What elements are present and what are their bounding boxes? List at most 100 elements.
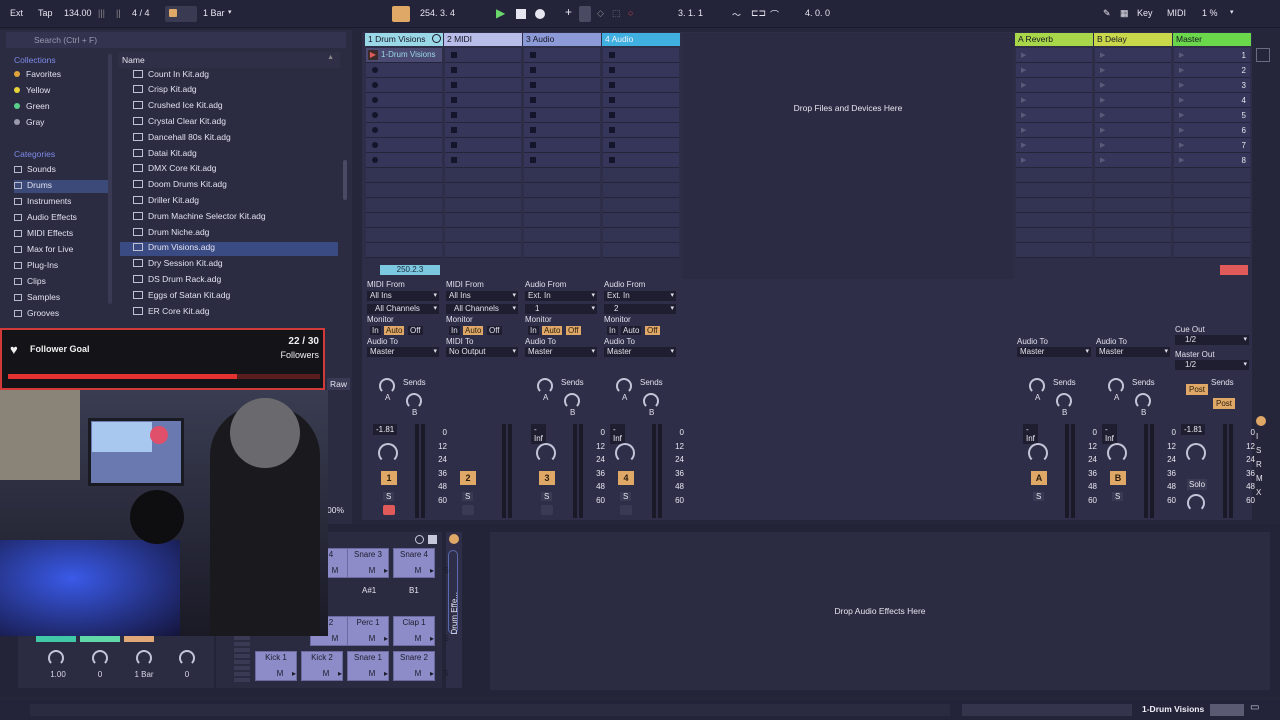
time-signature-field[interactable]: 4 / 4 <box>132 8 150 18</box>
file-item[interactable]: Dancehall 80s Kit.adg <box>120 132 338 146</box>
file-list-scrollbar[interactable] <box>343 160 347 200</box>
clip-slot[interactable]: ▶ <box>1016 63 1092 78</box>
clip-slot[interactable] <box>366 243 442 258</box>
clip-slot[interactable] <box>445 123 521 138</box>
clip-slot[interactable] <box>603 183 679 198</box>
file-item[interactable]: Count In Kit.adg <box>120 69 338 83</box>
send-a-knob[interactable] <box>379 378 395 394</box>
input-channel-select[interactable]: 2 <box>604 304 676 314</box>
category-sounds[interactable]: Sounds <box>14 164 112 177</box>
volume-readout[interactable]: -Inf <box>610 424 625 444</box>
cue-out-select[interactable]: 1/2 <box>1175 335 1249 345</box>
post-toggle-1[interactable]: Post <box>1186 384 1209 395</box>
category-drums[interactable]: Drums <box>14 180 112 193</box>
raw-toggle[interactable]: Raw <box>327 378 351 390</box>
clip-slot[interactable] <box>1095 213 1171 228</box>
solo-button[interactable]: S <box>383 492 395 501</box>
send-a-knob[interactable] <box>616 378 632 394</box>
clip-stop-icon[interactable] <box>372 67 378 73</box>
clip-slot[interactable] <box>1174 243 1250 258</box>
clip-slot[interactable] <box>1016 243 1092 258</box>
macro-knob-4[interactable] <box>179 650 195 666</box>
scene-launch-icon[interactable]: ▶ <box>1021 66 1026 74</box>
clip-stop-icon[interactable] <box>530 52 536 58</box>
file-item[interactable]: ER Core Kit.adg <box>120 306 338 320</box>
tap-tempo-button[interactable]: Tap <box>38 8 53 18</box>
clip-slot[interactable] <box>445 138 521 153</box>
clip-slot[interactable] <box>445 183 521 198</box>
scene-number[interactable]: 3 <box>1242 81 1246 90</box>
clip-slot[interactable]: ▶ <box>1095 138 1171 153</box>
file-item[interactable]: Doom Drums Kit.adg <box>120 179 338 193</box>
macro-knob-2[interactable] <box>92 650 108 666</box>
clip-slot[interactable] <box>1016 183 1092 198</box>
record-arm-button[interactable] <box>383 505 395 515</box>
clip-slot[interactable]: ▶ <box>1016 78 1092 93</box>
clip-stop-icon[interactable] <box>372 82 378 88</box>
master-out-select[interactable]: 1/2 <box>1175 360 1249 370</box>
clip-stop-icon[interactable] <box>372 112 378 118</box>
drop-zone[interactable]: Drop Files and Devices Here <box>682 33 1014 279</box>
drum-pad[interactable]: Snare 3M▸S <box>347 548 403 578</box>
clip-slot[interactable] <box>366 183 442 198</box>
clip-slot[interactable] <box>603 108 679 123</box>
clip-slot[interactable] <box>445 243 521 258</box>
back-to-arrangement-icon[interactable]: ◇ <box>597 8 604 19</box>
scene-launch-icon[interactable]: ▶ <box>1100 156 1105 164</box>
clip-slot[interactable]: ▶ <box>1095 108 1171 123</box>
clip-slot[interactable] <box>524 63 600 78</box>
clip-slot[interactable] <box>1016 228 1092 243</box>
clip-stop-icon[interactable] <box>451 97 457 103</box>
clip-stop-icon[interactable] <box>372 97 378 103</box>
key-map-button[interactable]: Key <box>1137 8 1153 18</box>
drum-pad[interactable]: Clap 1 M ▸ S <box>393 616 449 646</box>
scene-launch-icon[interactable]: ▶ <box>1100 141 1105 149</box>
clip-slot[interactable] <box>524 198 600 213</box>
clip-slot[interactable]: ▶ <box>1016 123 1092 138</box>
clip-slot[interactable]: ▶ <box>1016 108 1092 123</box>
scene-number[interactable]: 6 <box>1242 126 1246 135</box>
input-channel-select[interactable]: All Channels <box>446 304 518 314</box>
clip-stop-icon[interactable] <box>609 67 615 73</box>
overdub-icon[interactable]: + <box>565 5 572 19</box>
solo-button[interactable]: S <box>1112 492 1124 501</box>
cue-volume-knob[interactable] <box>1187 494 1205 512</box>
clip-slot[interactable] <box>603 243 679 258</box>
clip-slot[interactable] <box>445 153 521 168</box>
stop-icon[interactable] <box>516 9 526 19</box>
record-arm-button[interactable] <box>620 505 632 515</box>
drum-pad[interactable]: Perc 1M▸S <box>347 616 403 646</box>
monitor-off-button[interactable]: Off <box>408 326 423 335</box>
send-b-knob[interactable] <box>1135 393 1151 409</box>
monitor-off-button[interactable]: Off <box>566 326 581 335</box>
pencil-icon[interactable]: ✎ <box>1103 8 1111 19</box>
clip-slot[interactable] <box>366 138 442 153</box>
save-preset-icon[interactable] <box>428 535 437 544</box>
file-item[interactable]: Datai Kit.adg <box>120 148 338 162</box>
clip-stop-icon[interactable] <box>451 112 457 118</box>
scene-number[interactable]: 7 <box>1242 141 1246 150</box>
track-header-1[interactable]: 1 Drum Visions <box>365 33 443 46</box>
collection-item[interactable]: Yellow <box>14 85 112 98</box>
solo-button[interactable]: S <box>541 492 553 501</box>
clip-slot[interactable]: ▶ <box>1095 153 1171 168</box>
clip-slot[interactable] <box>445 228 521 243</box>
pan-knob[interactable] <box>536 443 556 463</box>
scene-launch-icon[interactable]: ▶ <box>1021 156 1026 164</box>
drum-pad[interactable]: Snare 1M▸S <box>347 651 403 681</box>
track-activator-button[interactable]: B <box>1110 471 1126 485</box>
drum-pad[interactable]: Snare 4 M ▸ S <box>393 548 449 578</box>
clip-stop-icon[interactable] <box>609 142 615 148</box>
pan-knob[interactable] <box>1107 443 1127 463</box>
monitor-off-button[interactable]: Off <box>487 326 502 335</box>
clip-stop-icon[interactable] <box>451 127 457 133</box>
scene-launch-icon[interactable]: ▶ <box>1021 96 1026 104</box>
clip-slot[interactable] <box>1095 228 1171 243</box>
search-input[interactable]: Search (Ctrl + F) <box>6 32 346 48</box>
clip-slot[interactable] <box>366 228 442 243</box>
output-select[interactable]: No Output <box>446 347 518 357</box>
stop-all-clips-button[interactable] <box>1220 265 1248 275</box>
output-select[interactable]: Master <box>367 347 439 357</box>
scene-launch-icon[interactable]: ▶ <box>1021 141 1026 149</box>
collection-item[interactable]: Favorites <box>14 69 112 82</box>
